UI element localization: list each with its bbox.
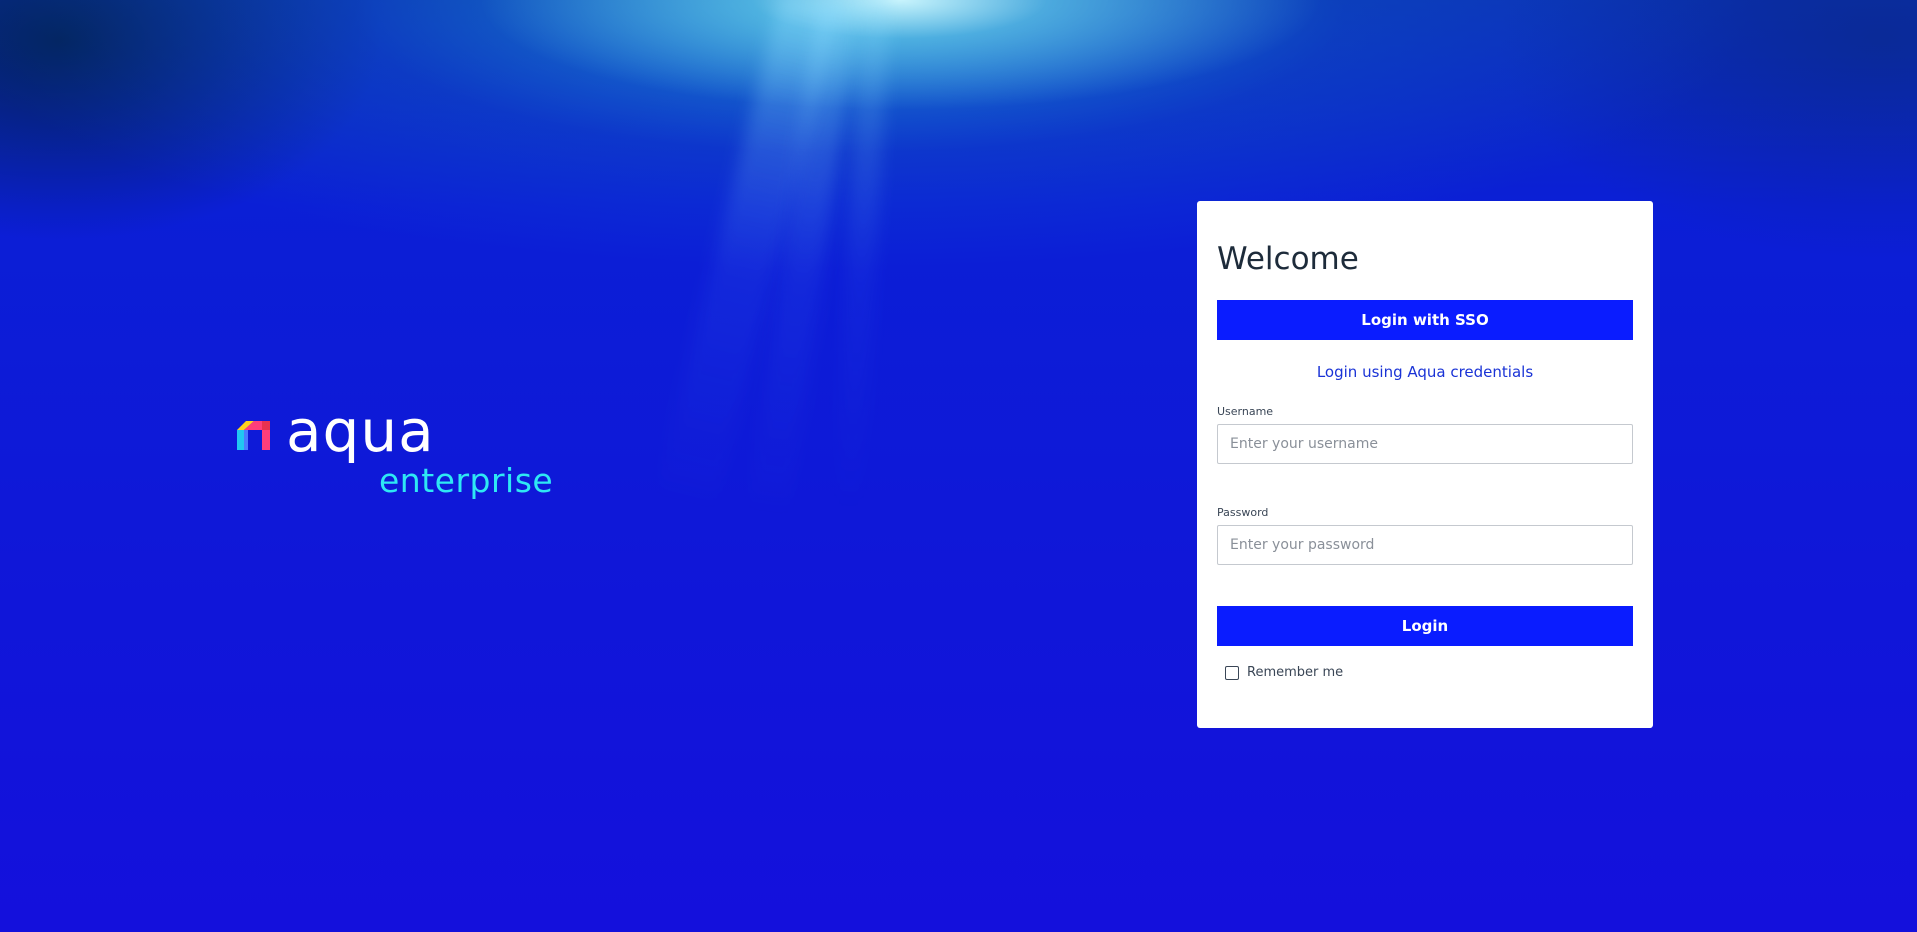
password-label: Password (1217, 506, 1269, 519)
username-label: Username (1217, 405, 1274, 418)
remember-me-option[interactable]: Remember me (1225, 665, 1343, 680)
login-with-sso-button[interactable]: Login with SSO (1217, 300, 1633, 340)
login-button[interactable]: Login (1217, 606, 1633, 646)
remember-me-checkbox[interactable] (1225, 665, 1239, 680)
username-input[interactable] (1217, 424, 1633, 464)
aqua-logo-mark-icon (237, 421, 270, 450)
welcome-title: Welcome (1217, 241, 1359, 277)
password-input[interactable] (1217, 525, 1633, 565)
enterprise-wordmark: enterprise (379, 461, 554, 500)
login-with-credentials-link[interactable]: Login using Aqua credentials (1217, 363, 1633, 381)
aqua-enterprise-logo: aqua enterprise (236, 402, 553, 508)
aqua-wordmark: aqua (286, 397, 435, 465)
login-card: Welcome Login with SSO Login using Aqua … (1197, 201, 1653, 728)
login-page: aqua enterprise Welcome Login with SSO L… (0, 0, 1917, 932)
remember-me-label: Remember me (1247, 665, 1344, 680)
